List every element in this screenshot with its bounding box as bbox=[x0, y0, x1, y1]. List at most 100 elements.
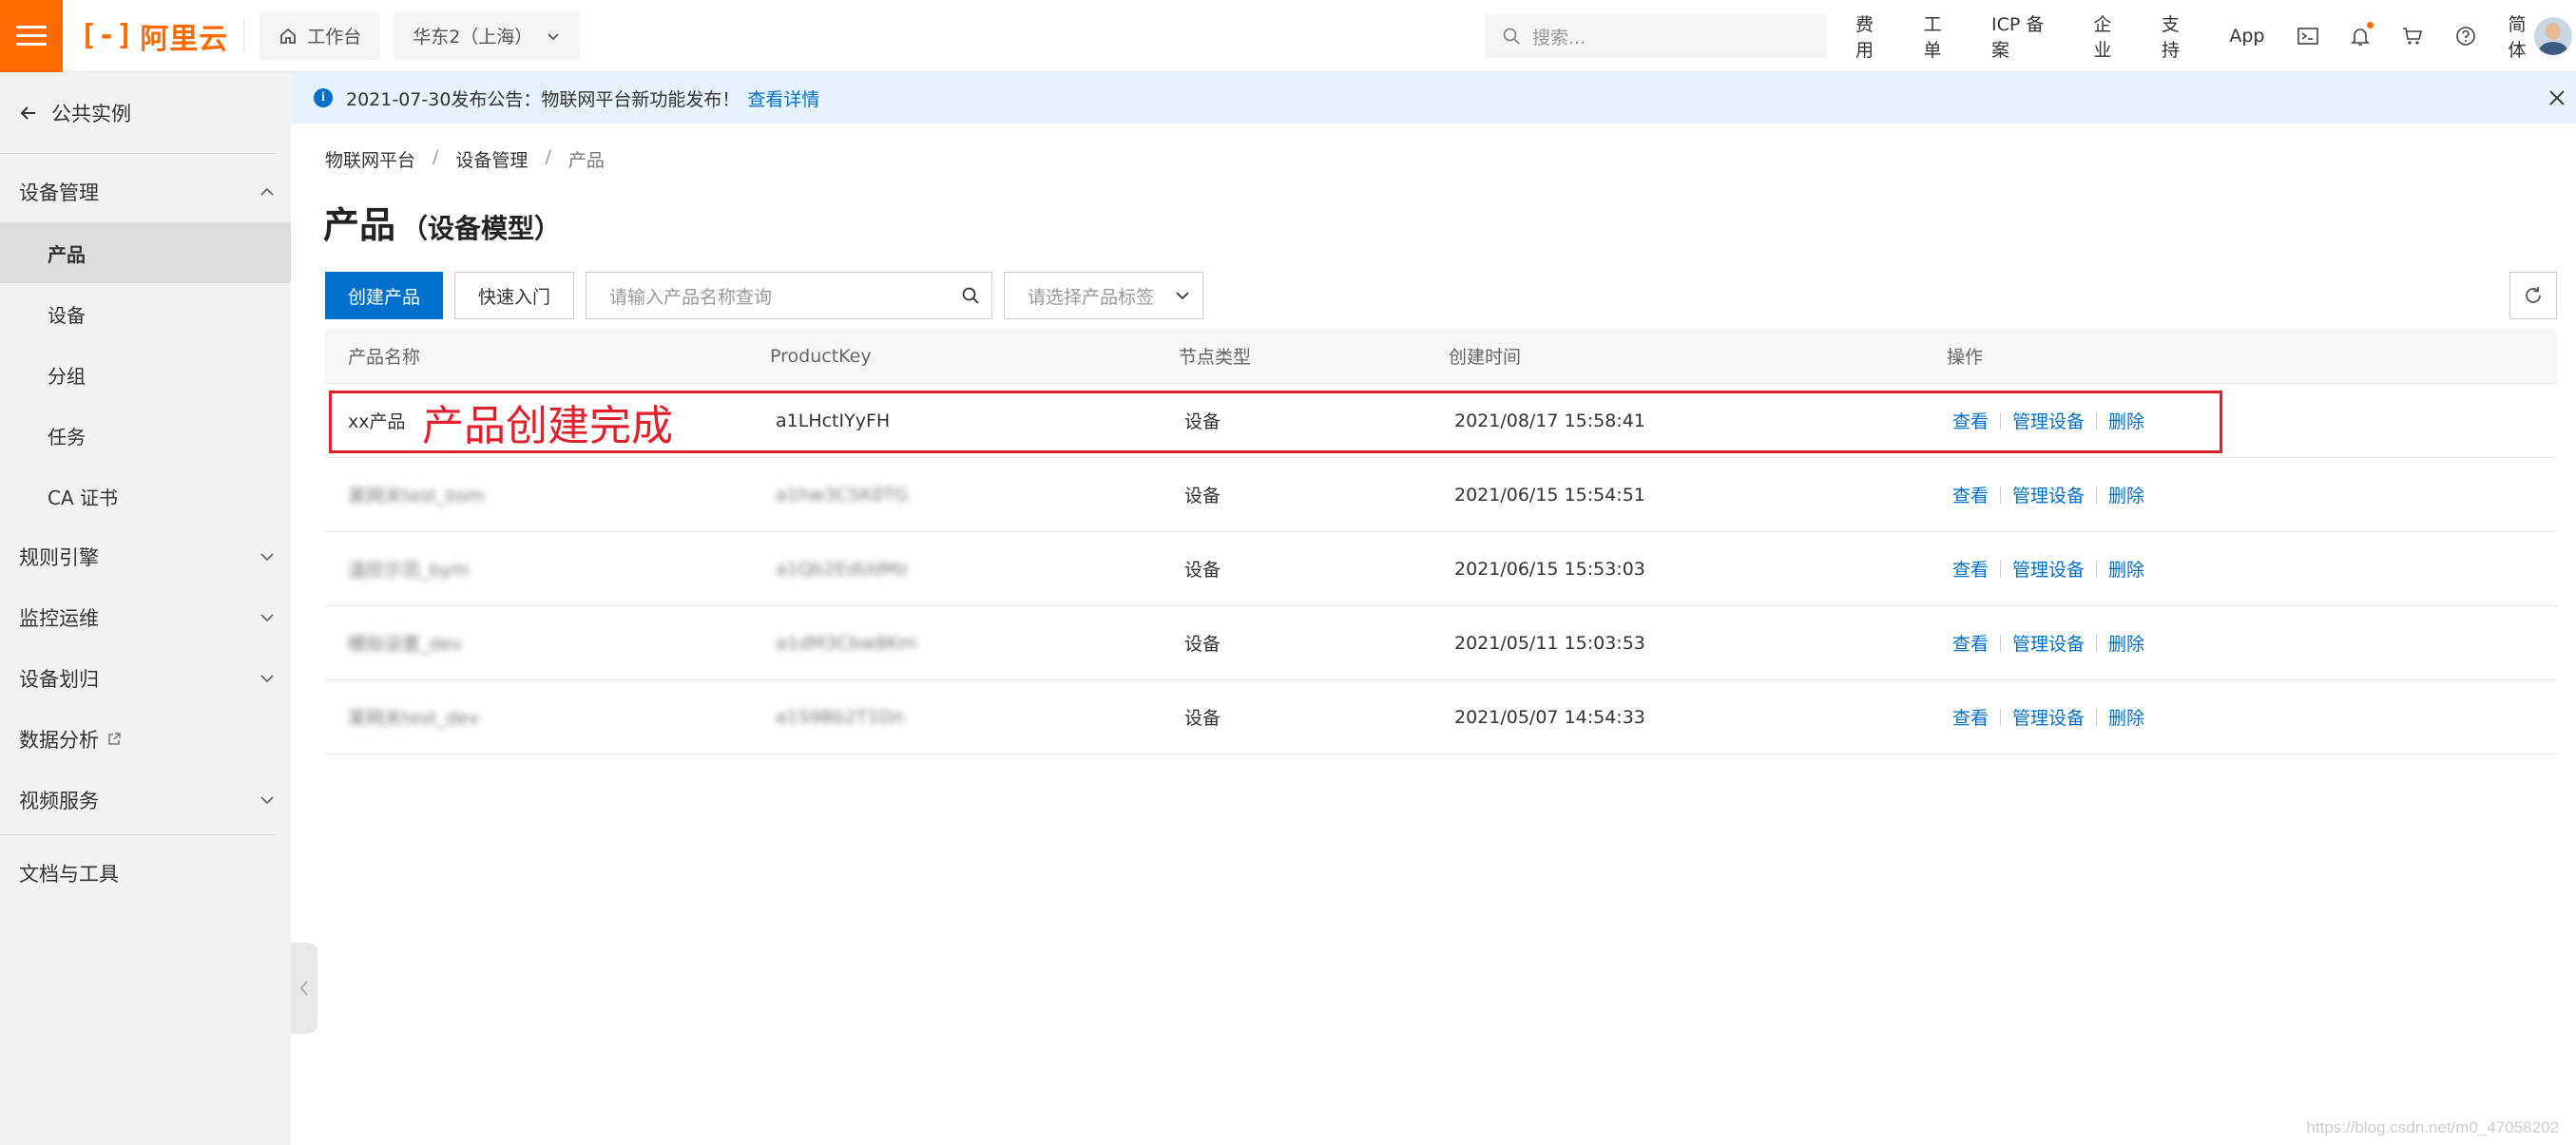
sidebar-item-ca-cert[interactable]: CA 证书 bbox=[0, 466, 291, 526]
col-node-type: 节点类型 bbox=[1179, 347, 1252, 368]
logo-bracket-icon: [-] bbox=[80, 19, 135, 52]
delete-link[interactable]: 删除 bbox=[2108, 704, 2144, 730]
chevron-down-icon bbox=[260, 553, 274, 562]
manage-devices-link[interactable]: 管理设备 bbox=[2012, 704, 2085, 730]
product-key: a1LHctIYyFH bbox=[776, 410, 891, 431]
view-link[interactable]: 查看 bbox=[1952, 556, 1989, 582]
product-key: a1dM3Cbw8Km bbox=[776, 632, 917, 654]
sidebar-item-groups[interactable]: 分组 bbox=[0, 344, 291, 405]
product-tag-placeholder: 请选择产品标签 bbox=[1028, 286, 1155, 308]
product-table: 产品名称 ProductKey 节点类型 创建时间 操作 xx产品 a1LHct… bbox=[325, 329, 2557, 754]
fees-link[interactable]: 费用 bbox=[1855, 10, 1892, 62]
manage-devices-link[interactable]: 管理设备 bbox=[2012, 556, 2085, 582]
delete-link[interactable]: 删除 bbox=[2108, 630, 2144, 656]
manage-devices-link[interactable]: 管理设备 bbox=[2012, 630, 2085, 656]
row-actions: 查看 管理设备 删除 bbox=[1952, 704, 2144, 730]
sidebar-item-products[interactable]: 产品 bbox=[0, 222, 291, 283]
external-link-icon bbox=[108, 733, 121, 745]
enterprise-link[interactable]: 企业 bbox=[2093, 10, 2129, 62]
search-icon[interactable] bbox=[961, 286, 980, 305]
sidebar-group-device-allocation[interactable]: 设备划归 bbox=[0, 648, 291, 709]
top-navbar: [-] 阿里云 工作台 华东2（上海） 搜索... 费用 工单 ICP 备案 企… bbox=[0, 0, 2576, 72]
icp-link[interactable]: ICP 备案 bbox=[1991, 10, 2061, 62]
quickstart-button[interactable]: 快速入门 bbox=[454, 272, 575, 319]
sidebar-item-tasks[interactable]: 任务 bbox=[0, 405, 291, 466]
manage-devices-link[interactable]: 管理设备 bbox=[2012, 408, 2085, 433]
product-name: xx产品 bbox=[348, 411, 406, 432]
col-actions: 操作 bbox=[1947, 347, 1984, 368]
col-created-time: 创建时间 bbox=[1449, 347, 1522, 368]
create-product-button[interactable]: 创建产品 bbox=[325, 272, 444, 319]
manage-devices-link[interactable]: 管理设备 bbox=[2012, 482, 2085, 507]
sidebar-group-label: 视频服务 bbox=[19, 790, 99, 812]
chevron-up-icon bbox=[260, 187, 274, 196]
view-link[interactable]: 查看 bbox=[1952, 408, 1989, 433]
view-link[interactable]: 查看 bbox=[1952, 630, 1989, 656]
node-type: 设备 bbox=[1184, 560, 1221, 581]
workbench-button[interactable]: 工作台 bbox=[260, 11, 381, 60]
node-type: 设备 bbox=[1184, 411, 1221, 432]
announcement-link[interactable]: 查看详情 bbox=[747, 86, 819, 111]
table-row: 某网关test_bsm a1hw3C5K0TG 设备 2021/06/15 15… bbox=[325, 458, 2557, 532]
product-tag-select[interactable]: 请选择产品标签 bbox=[1004, 272, 1204, 319]
close-icon[interactable] bbox=[2547, 88, 2566, 107]
help-icon[interactable] bbox=[2455, 26, 2476, 47]
sidebar-group-monitoring[interactable]: 监控运维 bbox=[0, 587, 291, 648]
table-row: 温控示范_bym a1Qb2EdUdMz 设备 2021/06/15 15:53… bbox=[325, 532, 2557, 606]
node-type: 设备 bbox=[1184, 708, 1221, 729]
arrow-left-icon bbox=[20, 105, 35, 120]
app-link[interactable]: App bbox=[2229, 26, 2264, 47]
back-to-instances[interactable]: 公共实例 bbox=[0, 72, 278, 154]
announcement-text: 2021-07-30发布公告：物联网平台新功能发布！ bbox=[346, 88, 740, 110]
global-search-input[interactable]: 搜索... bbox=[1485, 14, 1827, 58]
product-search-placeholder: 请输入产品名称查询 bbox=[609, 286, 773, 308]
created-time: 2021/05/11 15:03:53 bbox=[1454, 632, 1645, 654]
sidebar-group-label: 设备管理 bbox=[19, 181, 99, 204]
tickets-link[interactable]: 工单 bbox=[1924, 10, 1960, 62]
chevron-down-icon bbox=[260, 796, 274, 805]
breadcrumb-separator: / bbox=[433, 146, 439, 167]
sidebar-group-label: 数据分析 bbox=[19, 729, 99, 752]
sidebar-group-rule-engine[interactable]: 规则引擎 bbox=[0, 526, 291, 587]
created-time: 2021/05/07 14:54:33 bbox=[1454, 706, 1645, 728]
product-name: 温控示范_bym bbox=[348, 560, 470, 581]
node-type: 设备 bbox=[1184, 486, 1221, 506]
sidebar-docs-tools[interactable]: 文档与工具 bbox=[0, 843, 291, 904]
sidebar-item-devices[interactable]: 设备 bbox=[0, 283, 291, 344]
region-selector[interactable]: 华东2（上海） bbox=[394, 11, 581, 60]
breadcrumb-device-management[interactable]: 设备管理 bbox=[455, 146, 528, 172]
cart-icon[interactable] bbox=[2402, 27, 2423, 46]
col-product-key: ProductKey bbox=[770, 345, 872, 367]
sidebar-group-video-service[interactable]: 视频服务 bbox=[0, 770, 291, 830]
breadcrumb-iot-platform[interactable]: 物联网平台 bbox=[325, 146, 415, 172]
brand-logo[interactable]: [-] 阿里云 bbox=[80, 15, 228, 57]
row-actions: 查看 管理设备 删除 bbox=[1952, 408, 2144, 433]
view-link[interactable]: 查看 bbox=[1952, 704, 1989, 730]
row-actions: 查看 管理设备 删除 bbox=[1952, 630, 2144, 656]
created-time: 2021/06/15 15:54:51 bbox=[1454, 484, 1645, 506]
breadcrumb-separator: / bbox=[545, 146, 551, 167]
delete-link[interactable]: 删除 bbox=[2108, 408, 2144, 433]
refresh-icon bbox=[2526, 287, 2541, 303]
created-time: 2021/08/17 15:58:41 bbox=[1454, 410, 1645, 431]
sidebar-docs-label: 文档与工具 bbox=[19, 863, 119, 886]
bell-icon[interactable] bbox=[2350, 22, 2374, 47]
delete-link[interactable]: 删除 bbox=[2108, 482, 2144, 507]
product-search-input[interactable]: 请输入产品名称查询 bbox=[586, 272, 993, 319]
chevron-down-icon bbox=[260, 614, 274, 622]
user-avatar[interactable] bbox=[2534, 17, 2572, 55]
refresh-button[interactable] bbox=[2509, 272, 2557, 319]
table-header: 产品名称 ProductKey 节点类型 创建时间 操作 bbox=[325, 329, 2557, 384]
delete-link[interactable]: 删除 bbox=[2108, 556, 2144, 582]
view-link[interactable]: 查看 bbox=[1952, 482, 1989, 507]
sidebar-group-device-management[interactable]: 设备管理 bbox=[0, 162, 291, 222]
search-icon bbox=[1503, 28, 1520, 45]
product-key: a1hw3C5K0TG bbox=[776, 484, 909, 506]
hamburger-menu-button[interactable] bbox=[0, 0, 63, 72]
row-actions: 查看 管理设备 删除 bbox=[1952, 556, 2144, 582]
terminal-icon[interactable] bbox=[2297, 27, 2318, 46]
sidebar-group-data-analysis[interactable]: 数据分析 bbox=[0, 709, 291, 770]
product-key: a1Qb2EdUdMz bbox=[776, 558, 909, 580]
support-link[interactable]: 支持 bbox=[2162, 10, 2198, 62]
topbar-right-links: 费用 工单 ICP 备案 企业 支持 App 简体 bbox=[1855, 0, 2576, 72]
